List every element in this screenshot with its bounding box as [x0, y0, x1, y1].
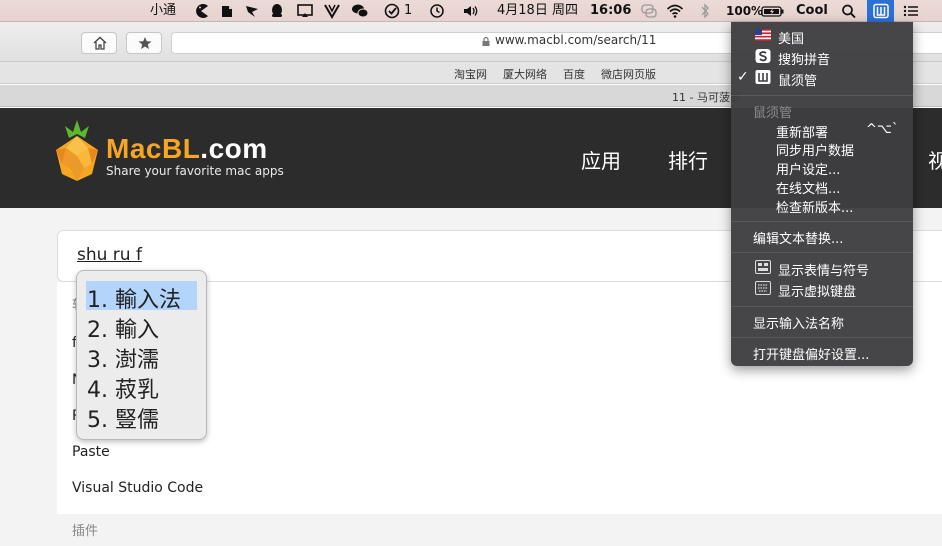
result-item[interactable]: Visual Studio Code [72, 480, 203, 496]
menu-item-sync[interactable]: 同步用户数据 [776, 140, 854, 159]
time-machine-icon[interactable] [428, 3, 446, 19]
menu-separator [731, 337, 913, 338]
nav-ranking[interactable]: 排行 [668, 145, 708, 174]
evernote-icon[interactable] [218, 3, 236, 19]
menu-item-emoji[interactable]: 显示表情与符号 [778, 260, 869, 279]
site-logo-text[interactable]: MacBL.com [106, 133, 268, 165]
nav-video[interactable]: 视 [928, 145, 942, 174]
star-icon [138, 37, 152, 49]
menu-item-check-update[interactable]: 检查新版本... [776, 197, 853, 216]
wifi-icon[interactable] [666, 3, 684, 19]
menu-item-sogou[interactable]: 搜狗拼音 [778, 49, 830, 68]
search-query-text[interactable]: shu ru f [77, 245, 142, 265]
menu-separator [731, 221, 913, 222]
emoji-viewer-icon [755, 260, 771, 274]
bluetooth-icon[interactable] [696, 3, 714, 19]
bookmark-taobao[interactable]: 淘宝网 [454, 66, 487, 82]
section-label-plugins: 插件 [72, 524, 99, 539]
keyboard-viewer-icon [755, 281, 771, 295]
qq-icon[interactable] [268, 3, 286, 19]
menu-item-edit-substitutions[interactable]: 编辑文本替换... [753, 228, 843, 247]
menu-separator [731, 306, 913, 307]
battery-icon[interactable] [761, 3, 785, 19]
ime-candidate[interactable]: 3. 澍濡 [87, 342, 159, 374]
spotlight-search-icon[interactable] [840, 3, 858, 19]
bookmarks-button[interactable] [126, 32, 162, 54]
bookmark-weidian[interactable]: 微店网页版 [601, 66, 656, 82]
notification-center-icon[interactable] [902, 3, 920, 19]
redeploy-shortcut: ^⌥` [866, 122, 899, 137]
squirrel-input-source-icon[interactable] [872, 3, 890, 19]
things-check-icon[interactable] [384, 3, 402, 19]
menu-item-redeploy[interactable]: 重新部署 [776, 122, 828, 141]
vectorize-icon[interactable] [323, 3, 341, 19]
home-button[interactable] [81, 32, 117, 54]
ime-candidate[interactable]: 1. 輸入法 [87, 282, 181, 314]
menu-item-us[interactable]: 美国 [778, 28, 804, 47]
menu-item-squirrel[interactable]: 鼠须管 [778, 70, 817, 89]
result-item[interactable]: Paste [72, 444, 110, 460]
pineapple-logo-icon[interactable] [52, 118, 102, 182]
logo-dotcom: .com [200, 133, 268, 164]
menu-section-squirrel: 鼠须管 [753, 106, 793, 121]
chat-bubble-icon[interactable] [640, 3, 658, 19]
site-tagline: Share your favorite mac apps [106, 164, 284, 178]
squirrel-icon [755, 70, 771, 84]
menu-item-show-input-name[interactable]: 显示输入法名称 [753, 313, 844, 332]
ime-candidate[interactable]: 2. 輸入 [87, 312, 159, 344]
things-badge: 1 [404, 3, 413, 18]
us-flag-icon [755, 29, 771, 41]
battery-percent: 100% [726, 4, 764, 18]
wechat-icon[interactable] [351, 3, 369, 19]
airplay-display-icon[interactable] [296, 3, 314, 19]
menubar-date[interactable]: 4月18日 周四 [497, 0, 578, 22]
user-menu[interactable]: Cool [796, 0, 828, 22]
menu-item-keyboard-prefs[interactable]: 打开键盘偏好设置... [753, 344, 869, 363]
menu-item-settings[interactable]: 用户设定... [776, 159, 840, 178]
logo-bl: BL [161, 133, 201, 164]
home-icon [93, 36, 107, 50]
logo-mac: Mac [106, 133, 162, 164]
dingtalk-icon[interactable] [243, 3, 261, 19]
ime-candidate[interactable]: 5. 豎儒 [87, 402, 159, 434]
bookmark-xmu-network[interactable]: 厦大网络 [503, 66, 547, 82]
menu-separator [731, 252, 913, 253]
lock-icon [482, 37, 490, 46]
nav-apps[interactable]: 应用 [581, 145, 621, 174]
menu-item-keyboard-viewer[interactable]: 显示虚拟键盘 [778, 281, 856, 300]
bookmark-baidu[interactable]: 百度 [563, 66, 585, 82]
pacman-icon[interactable] [192, 3, 210, 19]
menu-item-docs[interactable]: 在线文档... [776, 178, 840, 197]
menu-bar: 小通 1 4月18日 周四 16:06 100% Cool [0, 0, 942, 22]
url-text[interactable]: www.macbl.com/search/11 [495, 33, 656, 47]
menu-separator [731, 95, 913, 96]
checkmark-icon: ✓ [737, 69, 749, 85]
ime-candidate[interactable]: 4. 菽乳 [87, 372, 159, 404]
volume-icon[interactable] [462, 3, 480, 19]
app-menu-name[interactable]: 小通 [150, 0, 176, 22]
menubar-time[interactable]: 16:06 [590, 0, 631, 22]
sogou-icon [755, 49, 771, 63]
